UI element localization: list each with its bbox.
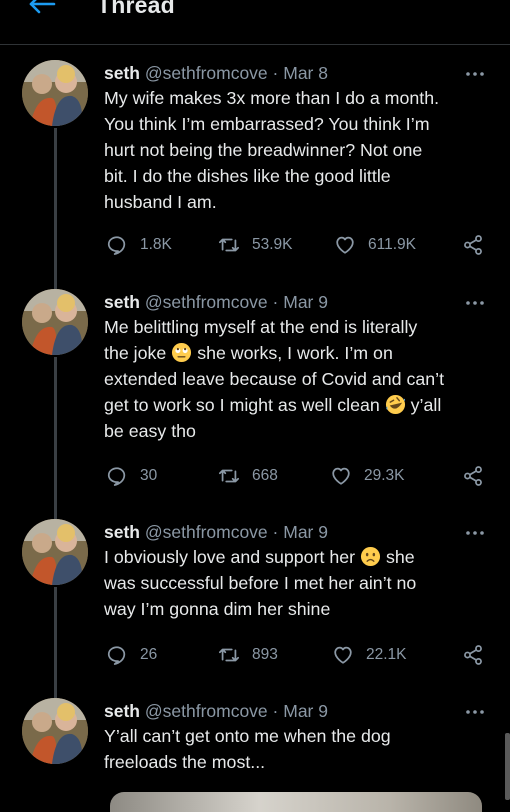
like-button[interactable]: 22.1K xyxy=(332,642,407,668)
thread-header: Thread xyxy=(0,0,510,45)
tweet-line-part: she xyxy=(385,547,415,567)
tweet-header: seth @sethfromcove · Mar 9 xyxy=(104,701,328,722)
retweet-count: 668 xyxy=(252,467,278,484)
tweet-actions: 30 668 29.3K xyxy=(0,463,510,489)
reply-icon xyxy=(107,236,126,255)
tweet-line: extended leave because of Covid and can’… xyxy=(104,369,445,389)
like-count: 29.3K xyxy=(364,467,405,484)
author-handle[interactable]: @sethfromcove xyxy=(145,63,268,83)
share-button[interactable] xyxy=(462,463,496,489)
tweet-date[interactable]: Mar 9 xyxy=(283,522,328,542)
retweet-count: 893 xyxy=(252,646,278,663)
author-name[interactable]: seth xyxy=(104,701,140,721)
more-horizontal-icon[interactable] xyxy=(464,294,486,312)
author-handle[interactable]: @sethfromcove xyxy=(145,701,268,721)
separator-dot: · xyxy=(272,292,279,312)
tweet-line: I obviously love and support her she xyxy=(104,544,494,570)
thread-connector-line xyxy=(54,357,57,519)
tweet-header: seth @sethfromcove · Mar 9 xyxy=(104,292,328,313)
heart-icon xyxy=(336,236,354,254)
tweet-media-image[interactable] xyxy=(110,792,482,812)
tweet-line-part: she works, I work. I’m on xyxy=(197,343,393,363)
separator-dot: · xyxy=(272,522,279,542)
heart-icon xyxy=(334,646,352,664)
tweet-text: Y’all can’t get onto me when the dog fre… xyxy=(104,723,494,775)
tweet-line: get to work so I might as well clean y’a… xyxy=(104,392,494,418)
tweet-text: I obviously love and support her she was… xyxy=(104,544,494,622)
tweet-date[interactable]: Mar 9 xyxy=(283,292,328,312)
tweet-line: way I’m gonna dim her shine xyxy=(104,599,331,619)
reply-count: 26 xyxy=(140,646,158,663)
tweet-text: Me belittling myself at the end is liter… xyxy=(104,314,494,444)
tweet-header: seth @sethfromcove · Mar 9 xyxy=(104,522,328,543)
like-button[interactable]: 611.9K xyxy=(334,232,416,258)
reply-count: 30 xyxy=(140,467,158,484)
share-button[interactable] xyxy=(462,232,496,258)
tweet-line: My wife makes 3x more than I do a month. xyxy=(104,88,440,108)
tweet-line: You think I’m embarrassed? You think I’m xyxy=(104,114,430,134)
retweet-icon xyxy=(218,469,240,483)
reply-count: 1.8K xyxy=(140,236,172,253)
more-horizontal-icon[interactable] xyxy=(464,65,486,83)
avatar[interactable] xyxy=(22,519,88,585)
retweet-button[interactable]: 893 xyxy=(218,642,278,668)
tweet-line: husband I am. xyxy=(104,192,217,212)
avatar[interactable] xyxy=(22,698,88,764)
author-handle[interactable]: @sethfromcove xyxy=(145,292,268,312)
tweet-line: was successful before I met her ain’t no xyxy=(104,573,417,593)
author-name[interactable]: seth xyxy=(104,522,140,542)
author-name[interactable]: seth xyxy=(104,292,140,312)
tweet-line: hurt not being the breadwinner? Not one xyxy=(104,140,423,160)
retweet-icon xyxy=(218,238,240,252)
reply-button[interactable]: 26 xyxy=(106,642,157,668)
reply-icon xyxy=(107,646,126,665)
tweet-line-part: the joke xyxy=(104,343,167,363)
thread-connector-line xyxy=(54,128,57,291)
share-icon xyxy=(464,645,482,665)
avatar[interactable] xyxy=(22,289,88,355)
more-horizontal-icon[interactable] xyxy=(464,524,486,542)
share-icon xyxy=(464,235,482,255)
eye-roll-emoji-icon xyxy=(172,342,192,363)
tweet-line-part: get to work so I might as well clean xyxy=(104,395,380,415)
tweet-line-part: I obviously love and support her xyxy=(104,547,356,567)
tweet-text: My wife makes 3x more than I do a month.… xyxy=(104,85,494,215)
tweet-date[interactable]: Mar 9 xyxy=(283,701,328,721)
tweet-actions: 1.8K 53.9K 611.9K xyxy=(0,232,510,258)
back-arrow-icon[interactable] xyxy=(26,0,58,26)
page-title: Thread xyxy=(97,0,175,18)
worried-face-emoji-icon xyxy=(360,546,381,567)
tweet-date[interactable]: Mar 8 xyxy=(283,63,328,83)
tweet-line: Me belittling myself at the end is liter… xyxy=(104,317,418,337)
retweet-icon xyxy=(218,648,240,662)
scrollbar[interactable] xyxy=(505,733,510,800)
tweet-line: be easy tho xyxy=(104,421,196,441)
like-count: 22.1K xyxy=(366,646,407,663)
heart-icon xyxy=(332,467,350,485)
retweet-count: 53.9K xyxy=(252,236,293,253)
reply-button[interactable]: 30 xyxy=(106,463,157,489)
tweet-line: Y’all can’t get onto me when the dog xyxy=(104,726,391,746)
tweet-line: the joke she works, I work. I’m on xyxy=(104,340,494,366)
share-icon xyxy=(464,466,482,486)
like-count: 611.9K xyxy=(368,236,416,253)
tweet-actions: 26 893 22.1K xyxy=(0,642,510,668)
separator-dot: · xyxy=(272,63,279,83)
separator-dot: · xyxy=(272,701,279,721)
rolling-laughing-emoji-icon xyxy=(385,394,405,415)
retweet-button[interactable]: 668 xyxy=(218,463,278,489)
reply-button[interactable]: 1.8K xyxy=(106,232,172,258)
reply-icon xyxy=(107,467,126,486)
author-name[interactable]: seth xyxy=(104,63,140,83)
tweet-line: freeloads the most... xyxy=(104,752,266,772)
retweet-button[interactable]: 53.9K xyxy=(218,232,293,258)
tweet-header: seth @sethfromcove · Mar 8 xyxy=(104,63,328,84)
tweet-line: bit. I do the dishes like the good littl… xyxy=(104,166,391,186)
like-button[interactable]: 29.3K xyxy=(330,463,405,489)
tweet-line-part: y’all xyxy=(410,395,442,415)
more-horizontal-icon[interactable] xyxy=(464,703,486,721)
author-handle[interactable]: @sethfromcove xyxy=(145,522,268,542)
avatar[interactable] xyxy=(22,60,88,126)
share-button[interactable] xyxy=(462,642,496,668)
